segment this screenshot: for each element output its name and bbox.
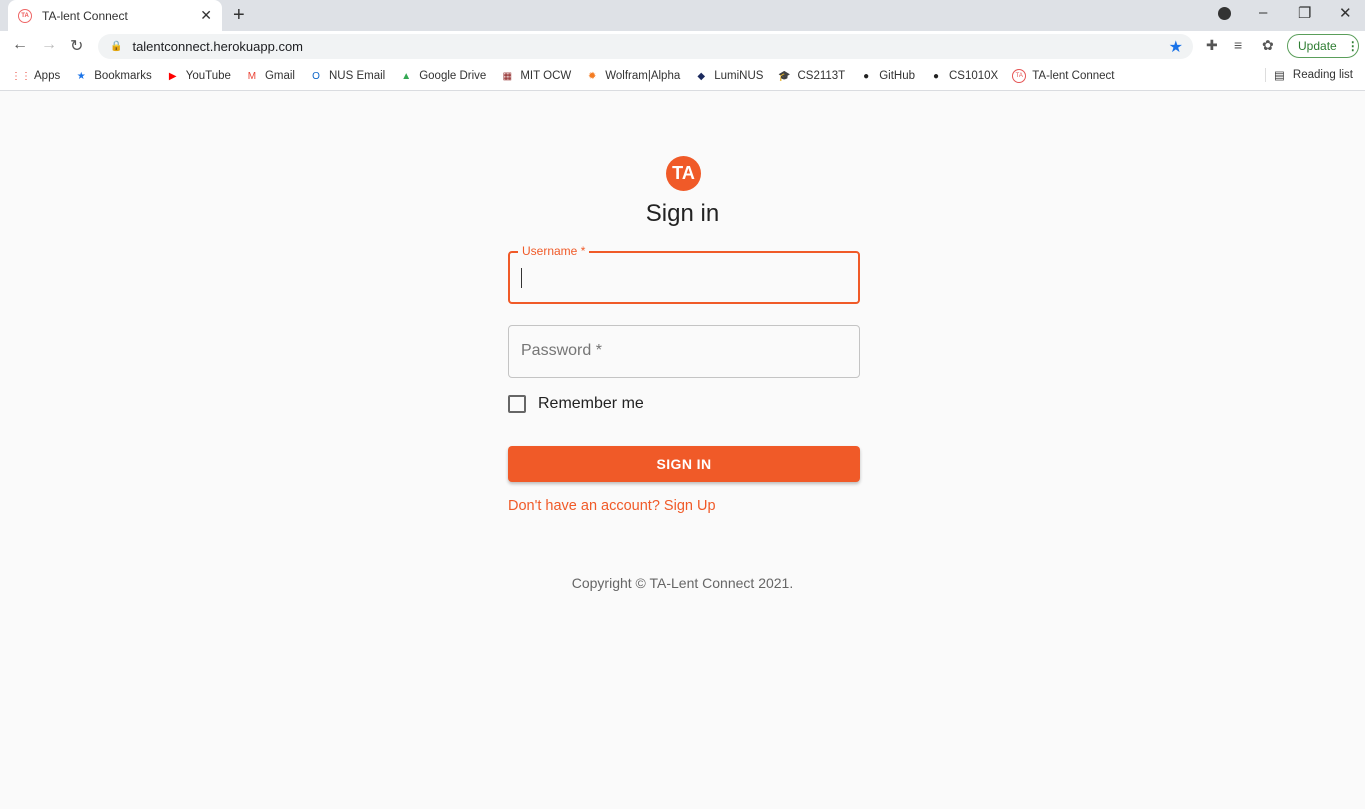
sign-in-button[interactable]: SIGN IN xyxy=(508,446,860,482)
bookmark-cs2113t[interactable]: 🎓 CS2113T xyxy=(777,69,845,83)
update-label: Update xyxy=(1298,39,1337,53)
gmail-icon: M xyxy=(247,70,257,82)
text-cursor xyxy=(521,268,522,288)
github-icon: ● xyxy=(863,70,870,82)
mit-icon: ▦ xyxy=(502,70,513,82)
tab-bar: TA TA-lent Connect ✕ + – ❐ ✕ xyxy=(0,0,1365,31)
profile-avatar-icon[interactable]: ✿ xyxy=(1262,37,1274,54)
bookmark-label: CS2113T xyxy=(797,70,846,82)
bookmark-google-drive[interactable]: ▲ Google Drive xyxy=(399,69,486,83)
bookmark-youtube[interactable]: ▶ YouTube xyxy=(166,69,231,83)
reading-list-icon: ▤ xyxy=(1274,70,1285,82)
bookmarks-bar: ⋮⋮ Apps ★ Bookmarks ▶ YouTube M Gmail O NUS Email… xyxy=(0,62,1365,91)
address-bar[interactable]: 🔒 talentconnect.herokuapp.com ★ xyxy=(98,34,1193,59)
close-tab-icon[interactable]: ✕ xyxy=(200,7,212,24)
bookmark-label: YouTube xyxy=(185,70,231,82)
browser-toolbar: ← → ↻ 🔒 talentconnect.herokuapp.com ★ ✚ … xyxy=(0,31,1365,62)
ta-favicon-icon: TA xyxy=(1012,69,1027,83)
copyright: Copyright © TA-Lent Connect 2021. xyxy=(571,575,794,591)
ta-favicon-icon: TA xyxy=(18,8,32,23)
password-placeholder: Password * xyxy=(521,342,602,359)
bookmark-wolfram-alpha[interactable]: ✹ Wolfram|Alpha xyxy=(585,69,680,83)
bookmark-label: Bookmarks xyxy=(94,70,152,82)
bookmark-gmail[interactable]: M Gmail xyxy=(245,69,295,83)
drive-icon: ▲ xyxy=(401,70,412,82)
bookmark-label: Apps xyxy=(34,70,61,82)
page-title: Sign in xyxy=(645,200,720,227)
close-window-icon[interactable]: ✕ xyxy=(1339,4,1352,22)
graduation-cap-icon: 🎓 xyxy=(778,70,791,82)
bookmark-star-icon[interactable]: ★ xyxy=(1169,37,1183,57)
minimize-icon[interactable]: – xyxy=(1259,4,1267,21)
bookmark-label: GitHub xyxy=(879,70,915,82)
media-control-icon[interactable]: ≡ xyxy=(1234,37,1242,53)
logo: TA xyxy=(666,156,701,191)
apps-grid-icon: ⋮⋮ xyxy=(11,70,31,82)
bookmark-cs1010x[interactable]: ● CS1010X xyxy=(929,69,998,83)
bookmark-label: CS1010X xyxy=(949,70,999,82)
extensions-icon[interactable]: ✚ xyxy=(1206,37,1218,54)
browser-tab[interactable]: TA TA-lent Connect ✕ xyxy=(8,0,222,31)
forward-icon[interactable]: → xyxy=(41,36,57,54)
outlook-icon: O xyxy=(312,70,320,82)
bookmark-bookmarks[interactable]: ★ Bookmarks xyxy=(74,69,152,83)
bookmark-label: Wolfram|Alpha xyxy=(605,70,681,82)
checkbox-icon[interactable] xyxy=(508,395,526,413)
url-text: talentconnect.herokuapp.com xyxy=(132,39,304,54)
lock-icon: 🔒 xyxy=(110,41,123,52)
back-icon[interactable]: ← xyxy=(12,36,28,54)
bookmark-label: LumiNUS xyxy=(714,70,764,82)
remember-me-label: Remember me xyxy=(538,395,644,412)
reload-icon[interactable]: ↻ xyxy=(70,36,83,56)
bookmark-luminus[interactable]: ◆ LumiNUS xyxy=(694,69,763,83)
youtube-icon: ▶ xyxy=(168,70,177,82)
luminus-icon: ◆ xyxy=(697,70,706,82)
bookmark-github[interactable]: ● GitHub xyxy=(859,69,915,83)
username-input[interactable]: Username * xyxy=(508,244,860,304)
remember-me-checkbox[interactable]: Remember me xyxy=(508,395,644,413)
star-icon: ★ xyxy=(76,70,86,82)
bookmark-mit-ocw[interactable]: ▦ MIT OCW xyxy=(500,69,572,83)
more-menu-icon[interactable]: ⋮ xyxy=(1347,39,1359,53)
new-tab-button[interactable]: + xyxy=(233,4,245,27)
sign-in-page: TA Sign in Username * Password * Remembe… xyxy=(0,92,1365,809)
bookmark-apps[interactable]: ⋮⋮ Apps xyxy=(11,69,61,83)
username-label: Username * xyxy=(518,244,590,258)
bookmark-label: NUS Email xyxy=(328,70,386,82)
tab-title: TA-lent Connect xyxy=(42,8,128,23)
tab-search-icon[interactable] xyxy=(1218,7,1231,20)
update-button[interactable]: Update ⋮ xyxy=(1287,34,1359,58)
restore-icon[interactable]: ❐ xyxy=(1298,4,1311,22)
cs1010x-icon: ● xyxy=(932,70,940,82)
bookmark-label: Gmail xyxy=(264,70,295,82)
wolfram-icon: ✹ xyxy=(588,70,597,82)
sign-up-link[interactable]: Don't have an account? Sign Up xyxy=(508,498,716,514)
bookmark-label: MIT OCW xyxy=(520,70,572,82)
reading-list-label: Reading list xyxy=(1292,69,1353,81)
bookmark-label: TA-lent Connect xyxy=(1032,70,1115,82)
bookmark-ta-lent-connect[interactable]: TA TA-lent Connect xyxy=(1012,69,1114,83)
reading-list-button[interactable]: ▤ Reading list xyxy=(1265,68,1353,82)
password-input[interactable]: Password * xyxy=(508,325,860,378)
bookmark-nus-email[interactable]: O NUS Email xyxy=(309,69,385,83)
bookmark-label: Google Drive xyxy=(419,70,487,82)
